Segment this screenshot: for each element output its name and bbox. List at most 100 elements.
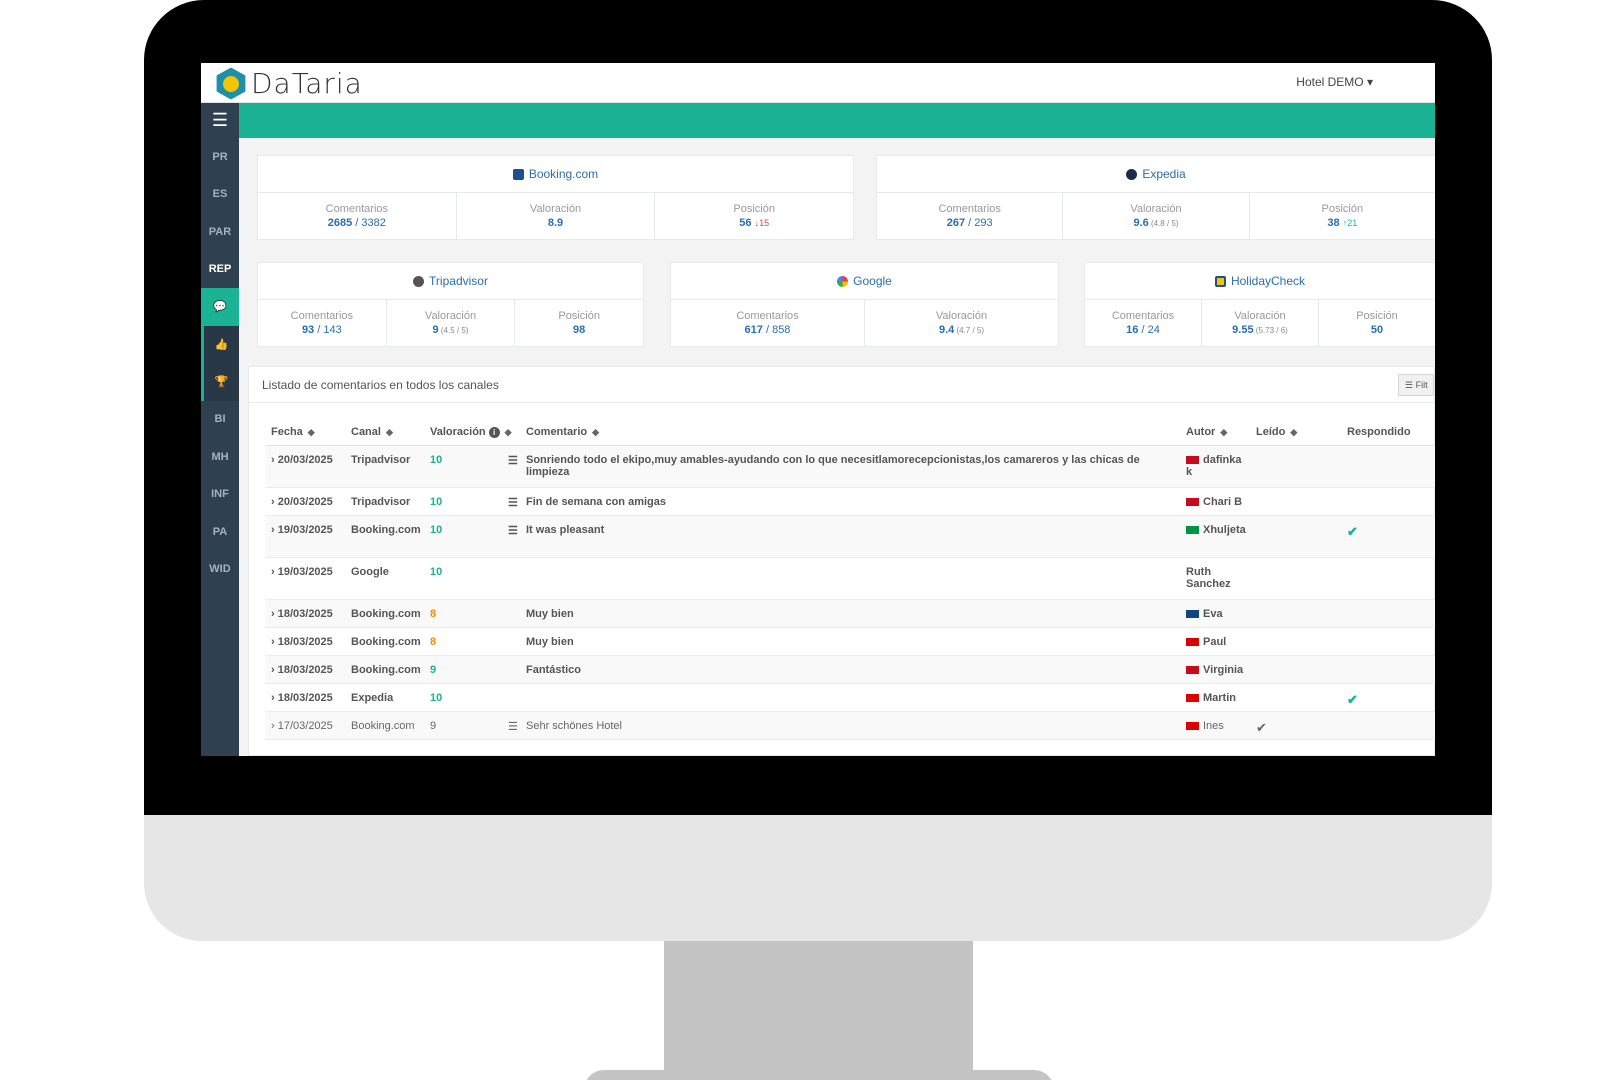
row-respondido[interactable] (1341, 557, 1435, 600)
row-autor: Ines (1180, 711, 1250, 740)
menu-toggle-icon[interactable]: ☰ (201, 103, 239, 138)
trophy-icon[interactable]: 🏆 (201, 363, 239, 401)
booking-comments: Comentarios 2685 / 3382 (258, 193, 457, 239)
list-icon[interactable]: ☰ (502, 445, 520, 488)
table-row[interactable]: › 18/03/2025 Expedia 10 Martin ✔ (265, 683, 1435, 712)
google-rating: Valoración 9.4 (4.7 / 5) (935, 310, 988, 336)
row-leido[interactable] (1250, 655, 1341, 684)
expand-chevron-icon[interactable]: › (271, 636, 275, 648)
row-leido[interactable] (1250, 627, 1341, 656)
sidebar-item-inf[interactable]: INF (201, 476, 239, 514)
row-fecha: 17/03/2025 (277, 719, 333, 732)
row-leido[interactable] (1250, 683, 1341, 712)
booking-rating: Valoración 8.9 (457, 193, 656, 239)
sidebar-item-pr[interactable]: PR (201, 138, 239, 176)
row-leido[interactable] (1250, 487, 1341, 516)
row-autor: Chari B (1180, 487, 1250, 516)
row-fecha: 18/03/2025 (277, 607, 333, 620)
expand-chevron-icon[interactable]: › (271, 692, 275, 704)
google-card-title[interactable]: Google (671, 263, 1058, 300)
row-comentario: Sehr schönes Hotel (520, 711, 1180, 740)
list-icon[interactable]: ☰ (502, 515, 520, 558)
table-row[interactable]: › 17/03/2025 Booking.com 9 ☰ Sehr schönes Ho… (265, 711, 1435, 740)
top-bar: DaTaria Hotel DEMO ▾ (201, 63, 1435, 103)
col-fecha[interactable]: Fecha ◆ (265, 419, 345, 446)
hotel-selector[interactable]: Hotel DEMO ▾ (1296, 75, 1373, 89)
row-fecha: 19/03/2025 (277, 523, 333, 536)
expand-chevron-icon[interactable]: › (271, 454, 275, 466)
table-row[interactable]: › 18/03/2025 Booking.com 8 Muy bien Eva (265, 599, 1435, 628)
info-icon: i (488, 426, 500, 438)
expand-chevron-icon[interactable]: › (271, 524, 275, 536)
col-leido[interactable]: Leído ◆ (1250, 419, 1341, 446)
sidebar-item-pa[interactable]: PA (201, 513, 239, 551)
col-comentario[interactable]: Comentario ◆ (520, 419, 1180, 446)
table-row[interactable]: › 19/03/2025 Google 10 Ruth Sanchez (265, 557, 1435, 600)
list-icon[interactable]: ☰ (502, 711, 520, 740)
expedia-position: Posición 38 ↑21 (1321, 203, 1364, 229)
monitor-scene: DaTaria Hotel DEMO ▾ ☰ PR ES PAR REP 💬 👍… (0, 0, 1600, 1080)
monitor-stand (664, 941, 973, 1080)
sidebar-item-par[interactable]: PAR (201, 213, 239, 251)
sidebar-item-wid[interactable]: WID (201, 551, 239, 589)
booking-card-title[interactable]: Booking.com (258, 156, 853, 193)
row-fecha: 19/03/2025 (277, 565, 333, 578)
row-comentario: It was pleasant (520, 515, 1180, 558)
expedia-rating: Valoración 9.6 (4.8 / 5) (1063, 193, 1250, 239)
row-leido[interactable] (1250, 557, 1341, 600)
row-leido[interactable] (1250, 445, 1341, 488)
row-autor: Eva (1180, 599, 1250, 628)
sidebar-item-bi[interactable]: BI (201, 401, 239, 439)
logo[interactable]: DaTaria (215, 67, 363, 100)
booking-name: Booking.com (528, 167, 599, 181)
row-canal: Booking.com (345, 711, 424, 740)
row-respondido[interactable]: ✔ (1341, 515, 1435, 558)
row-comentario (520, 557, 1180, 600)
holidaycheck-card: HolidayCheck Comentarios 16 / 24 Valorac… (1084, 262, 1435, 347)
expand-chevron-icon[interactable]: › (271, 566, 275, 578)
table-row[interactable]: › 19/03/2025 Booking.com 10 ☰ It was pleasan… (265, 515, 1435, 558)
row-leido[interactable] (1250, 515, 1341, 558)
monitor-chin (144, 815, 1492, 941)
sort-icon: ◆ (307, 426, 315, 437)
google-card: Google Comentarios 617 / 858 Valoración … (670, 262, 1059, 347)
table-row[interactable]: › 18/03/2025 Booking.com 9 Fantástico Virgin… (265, 655, 1435, 684)
sidebar-item-mh[interactable]: MH (201, 438, 239, 476)
row-leido[interactable]: ✔ (1250, 711, 1341, 740)
empty-cell (502, 627, 520, 656)
col-respondido[interactable]: Respondido (1341, 419, 1435, 446)
list-icon[interactable]: ☰ (502, 487, 520, 516)
expand-chevron-icon[interactable]: › (271, 608, 275, 620)
tripadvisor-position: Posición 98 (558, 310, 600, 336)
row-respondido[interactable] (1341, 655, 1435, 684)
table-row[interactable]: › 20/03/2025 Tripadvisor 10 ☰ Sonriendo todo… (265, 445, 1435, 488)
row-respondido[interactable] (1341, 487, 1435, 516)
row-respondido[interactable] (1341, 627, 1435, 656)
expand-chevron-icon[interactable]: › (271, 496, 275, 508)
col-autor[interactable]: Autor ◆ (1180, 419, 1250, 446)
expedia-card-title[interactable]: Expedia (877, 156, 1435, 193)
sidebar-item-rep[interactable]: REP (201, 251, 239, 289)
expand-chevron-icon[interactable]: › (271, 720, 275, 732)
filter-button[interactable]: ☰ Filt (1398, 374, 1434, 396)
row-respondido[interactable] (1341, 711, 1435, 740)
row-leido[interactable] (1250, 599, 1341, 628)
tripadvisor-comments: Comentarios 93 / 143 (258, 300, 387, 346)
col-valoracion[interactable]: Valoración i ◆ (424, 419, 520, 446)
row-respondido[interactable] (1341, 445, 1435, 488)
comments-icon[interactable]: 💬 (201, 288, 239, 326)
holidaycheck-rating: Valoración 9.55 (5.73 / 6) (1202, 300, 1319, 346)
empty-cell (502, 683, 520, 712)
table-row[interactable]: › 20/03/2025 Tripadvisor 10 ☰ Fin de semana … (265, 487, 1435, 516)
thumbs-up-icon[interactable]: 👍 (201, 325, 239, 363)
row-respondido[interactable] (1341, 599, 1435, 628)
position-down-indicator: ↓15 (754, 218, 770, 228)
holidaycheck-card-title[interactable]: HolidayCheck (1085, 263, 1435, 300)
expand-chevron-icon[interactable]: › (271, 664, 275, 676)
sort-icon: ◆ (592, 426, 600, 437)
row-respondido[interactable]: ✔ (1341, 683, 1435, 712)
table-row[interactable]: › 18/03/2025 Booking.com 8 Muy bien Paul (265, 627, 1435, 656)
col-canal[interactable]: Canal ◆ (345, 419, 424, 446)
tripadvisor-card-title[interactable]: Tripadvisor (258, 263, 643, 300)
sidebar-item-es[interactable]: ES (201, 176, 239, 214)
